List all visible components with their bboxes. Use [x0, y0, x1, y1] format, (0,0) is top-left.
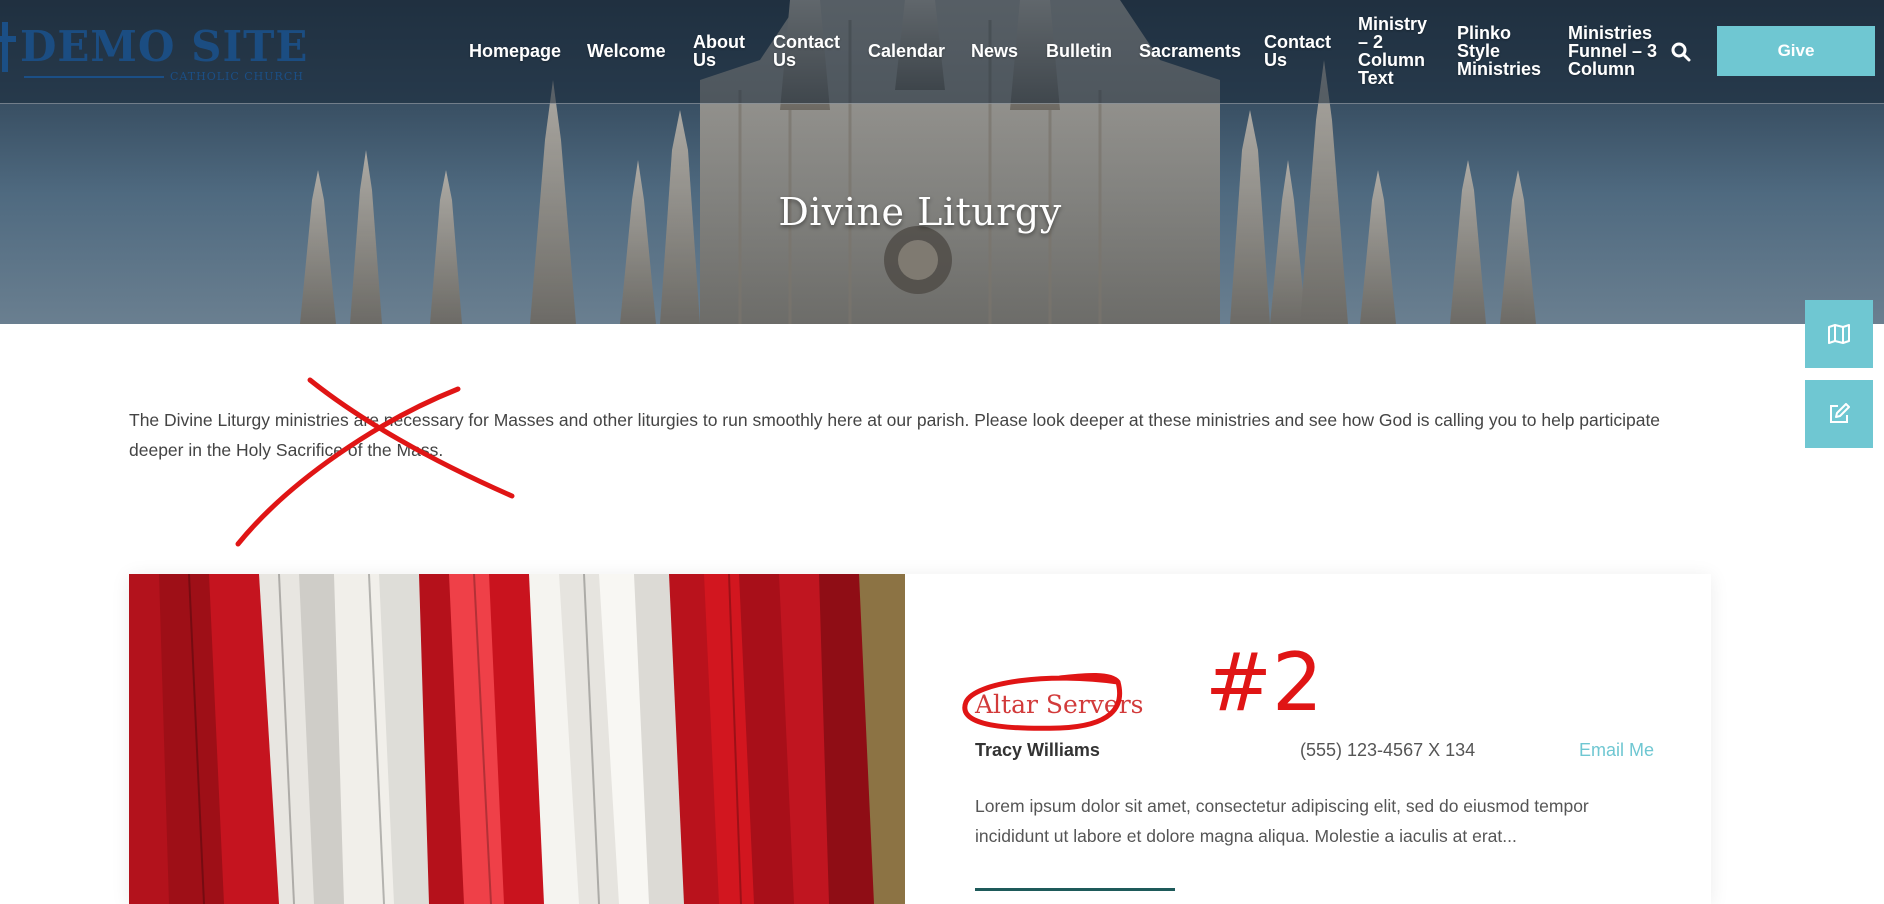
edit-icon — [1830, 403, 1850, 423]
site-header: DEMO SITE CATHOLIC CHURCH Homepage Welco… — [0, 0, 1884, 104]
nav-ministry-2-column[interactable]: Ministry – 2 Column Text — [1358, 15, 1434, 87]
map-icon — [1828, 324, 1850, 344]
contact-name: Tracy Williams — [975, 740, 1100, 760]
page-title: Divine Liturgy — [778, 190, 1062, 234]
nav-news[interactable]: News — [971, 42, 1018, 60]
nav-calendar[interactable]: Calendar — [868, 42, 945, 60]
nav-bulletin[interactable]: Bulletin — [1046, 42, 1112, 60]
nav-plinko-ministries[interactable]: Plinko Style Ministries — [1457, 24, 1547, 78]
logo-subtext: CATHOLIC CHURCH — [170, 70, 304, 83]
logo-divider — [24, 76, 164, 78]
email-me-link[interactable]: Email Me — [1579, 740, 1654, 761]
cross-icon — [0, 22, 16, 72]
logo-text: DEMO SITE — [20, 22, 309, 71]
nav-about-us[interactable]: About Us — [693, 33, 753, 69]
side-edit-button[interactable] — [1805, 380, 1873, 448]
search-icon[interactable] — [1671, 42, 1691, 62]
intro-paragraph: The Divine Liturgy ministries are necess… — [129, 410, 1661, 460]
nav-welcome[interactable]: Welcome — [587, 42, 666, 60]
nav-homepage[interactable]: Homepage — [469, 42, 561, 60]
altar-server-robes-image — [129, 574, 905, 904]
nav-contact-us-2[interactable]: Contact Us — [1264, 33, 1334, 69]
give-button[interactable]: Give — [1717, 26, 1875, 76]
contact-phone[interactable]: (555) 123-4567 X 134 — [1300, 740, 1475, 761]
ministry-title-link[interactable]: Altar Servers — [975, 690, 1143, 719]
nav-contact-us[interactable]: Contact Us — [773, 33, 843, 69]
nav-sacraments[interactable]: Sacraments — [1139, 42, 1241, 60]
robes-photo — [129, 574, 905, 904]
side-map-button[interactable] — [1805, 300, 1873, 368]
ministry-card — [129, 574, 1711, 904]
ministry-description: Lorem ipsum dolor sit amet, consectetur … — [975, 796, 1589, 846]
site-logo[interactable]: DEMO SITE CATHOLIC CHURCH — [0, 18, 307, 88]
nav-ministries-funnel[interactable]: Ministries Funnel – 3 Column — [1568, 24, 1658, 78]
